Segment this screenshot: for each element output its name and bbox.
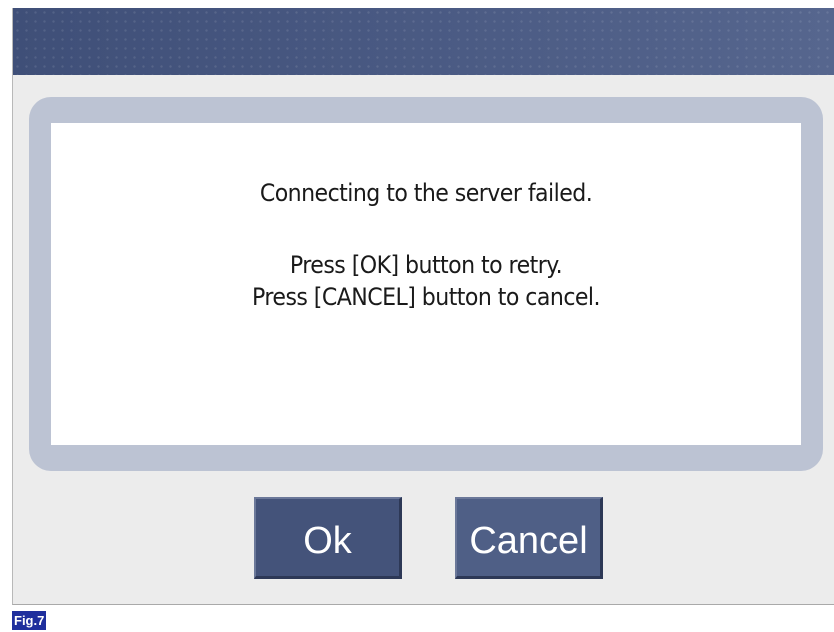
dialog-title-bar bbox=[13, 8, 834, 75]
error-message-line: Connecting to the server failed. bbox=[259, 179, 593, 207]
message-frame: Connecting to the server failed. Press [… bbox=[29, 97, 823, 471]
retry-instruction: Press [OK] button to retry. bbox=[289, 251, 563, 279]
figure-label: Fig.7 bbox=[12, 611, 47, 630]
message-panel: Connecting to the server failed. Press [… bbox=[51, 123, 801, 445]
dialog-screen: Connecting to the server failed. Press [… bbox=[12, 8, 834, 605]
cancel-button[interactable]: Cancel bbox=[455, 497, 603, 579]
cancel-instruction: Press [CANCEL] button to cancel. bbox=[251, 283, 601, 311]
ok-button[interactable]: Ok bbox=[254, 497, 402, 579]
